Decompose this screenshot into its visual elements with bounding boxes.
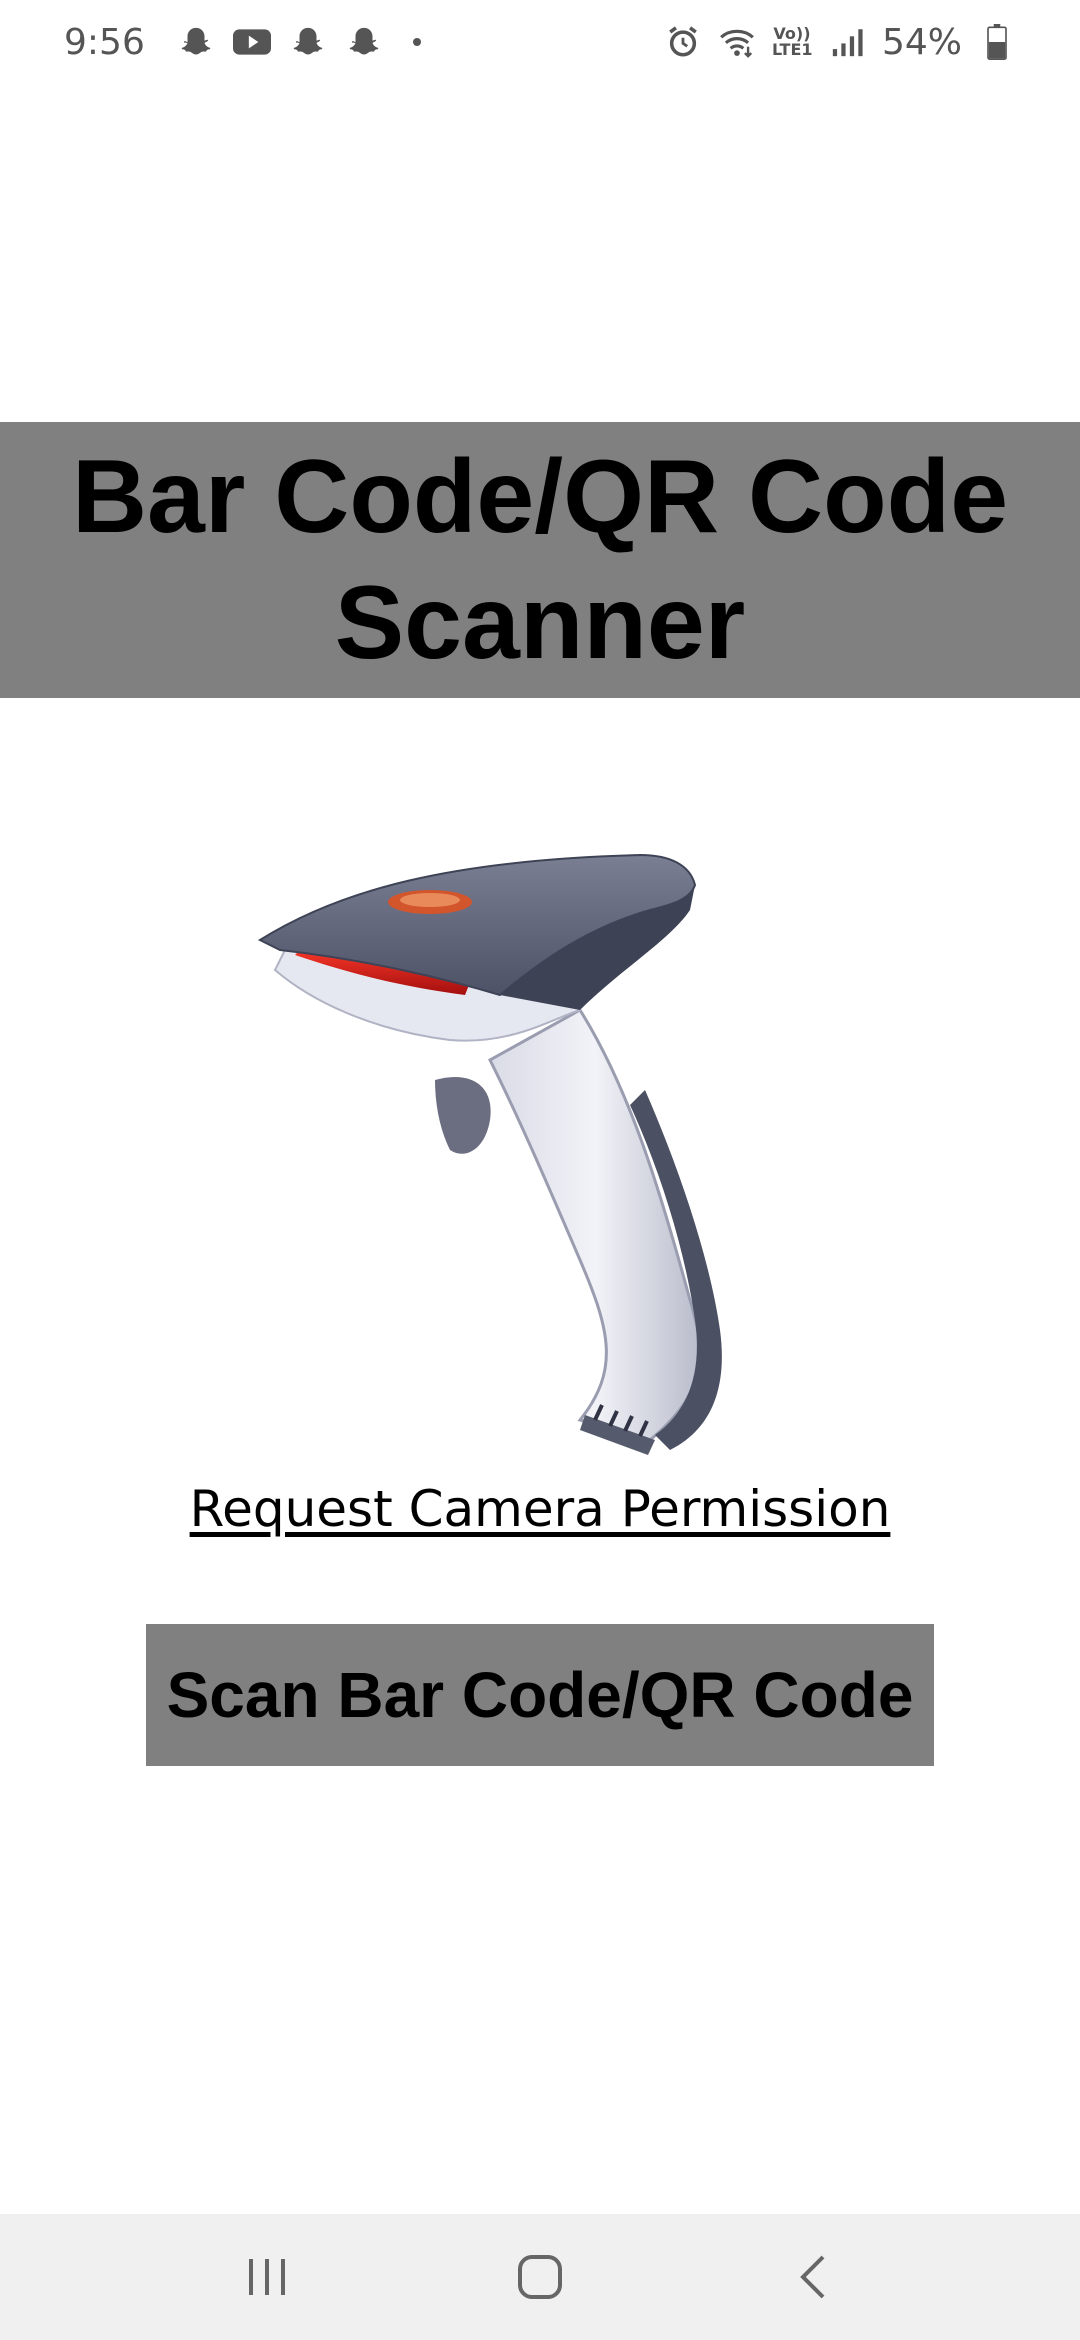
- scan-button[interactable]: Scan Bar Code/QR Code: [146, 1624, 934, 1766]
- status-right: Vo)) LTE1 54%: [664, 22, 1016, 63]
- recent-apps-icon[interactable]: [207, 2232, 327, 2322]
- app-header: Bar Code/QR Code Scanner: [0, 422, 1080, 698]
- app-title: Bar Code/QR Code Scanner: [71, 439, 1009, 681]
- status-time: 9:56: [64, 21, 145, 63]
- request-camera-permission-link[interactable]: Request Camera Permission: [0, 1480, 1080, 1538]
- youtube-icon: [232, 23, 271, 61]
- alarm-icon: [664, 23, 702, 61]
- wifi-icon: [718, 23, 756, 61]
- signal-icon: [828, 23, 866, 61]
- back-icon[interactable]: [753, 2232, 873, 2322]
- snapchat-icon: [289, 23, 327, 61]
- status-left: 9:56: [64, 22, 421, 63]
- home-icon[interactable]: [480, 2232, 600, 2322]
- barcode-scanner-gun-icon: [250, 830, 830, 1470]
- volte-lte-icon: Vo)) LTE1: [771, 24, 813, 59]
- snapchat-icon: [177, 23, 215, 61]
- snapchat-icon: [345, 23, 383, 61]
- battery-icon: [978, 23, 1016, 61]
- status-bar: 9:56 Vo)) LTE1 54%: [0, 0, 1080, 84]
- scan-button-label: Scan Bar Code/QR Code: [166, 1659, 914, 1731]
- battery-percentage: 54%: [881, 21, 962, 63]
- navigation-bar: [0, 2214, 1080, 2340]
- notification-dot-icon: [412, 38, 421, 46]
